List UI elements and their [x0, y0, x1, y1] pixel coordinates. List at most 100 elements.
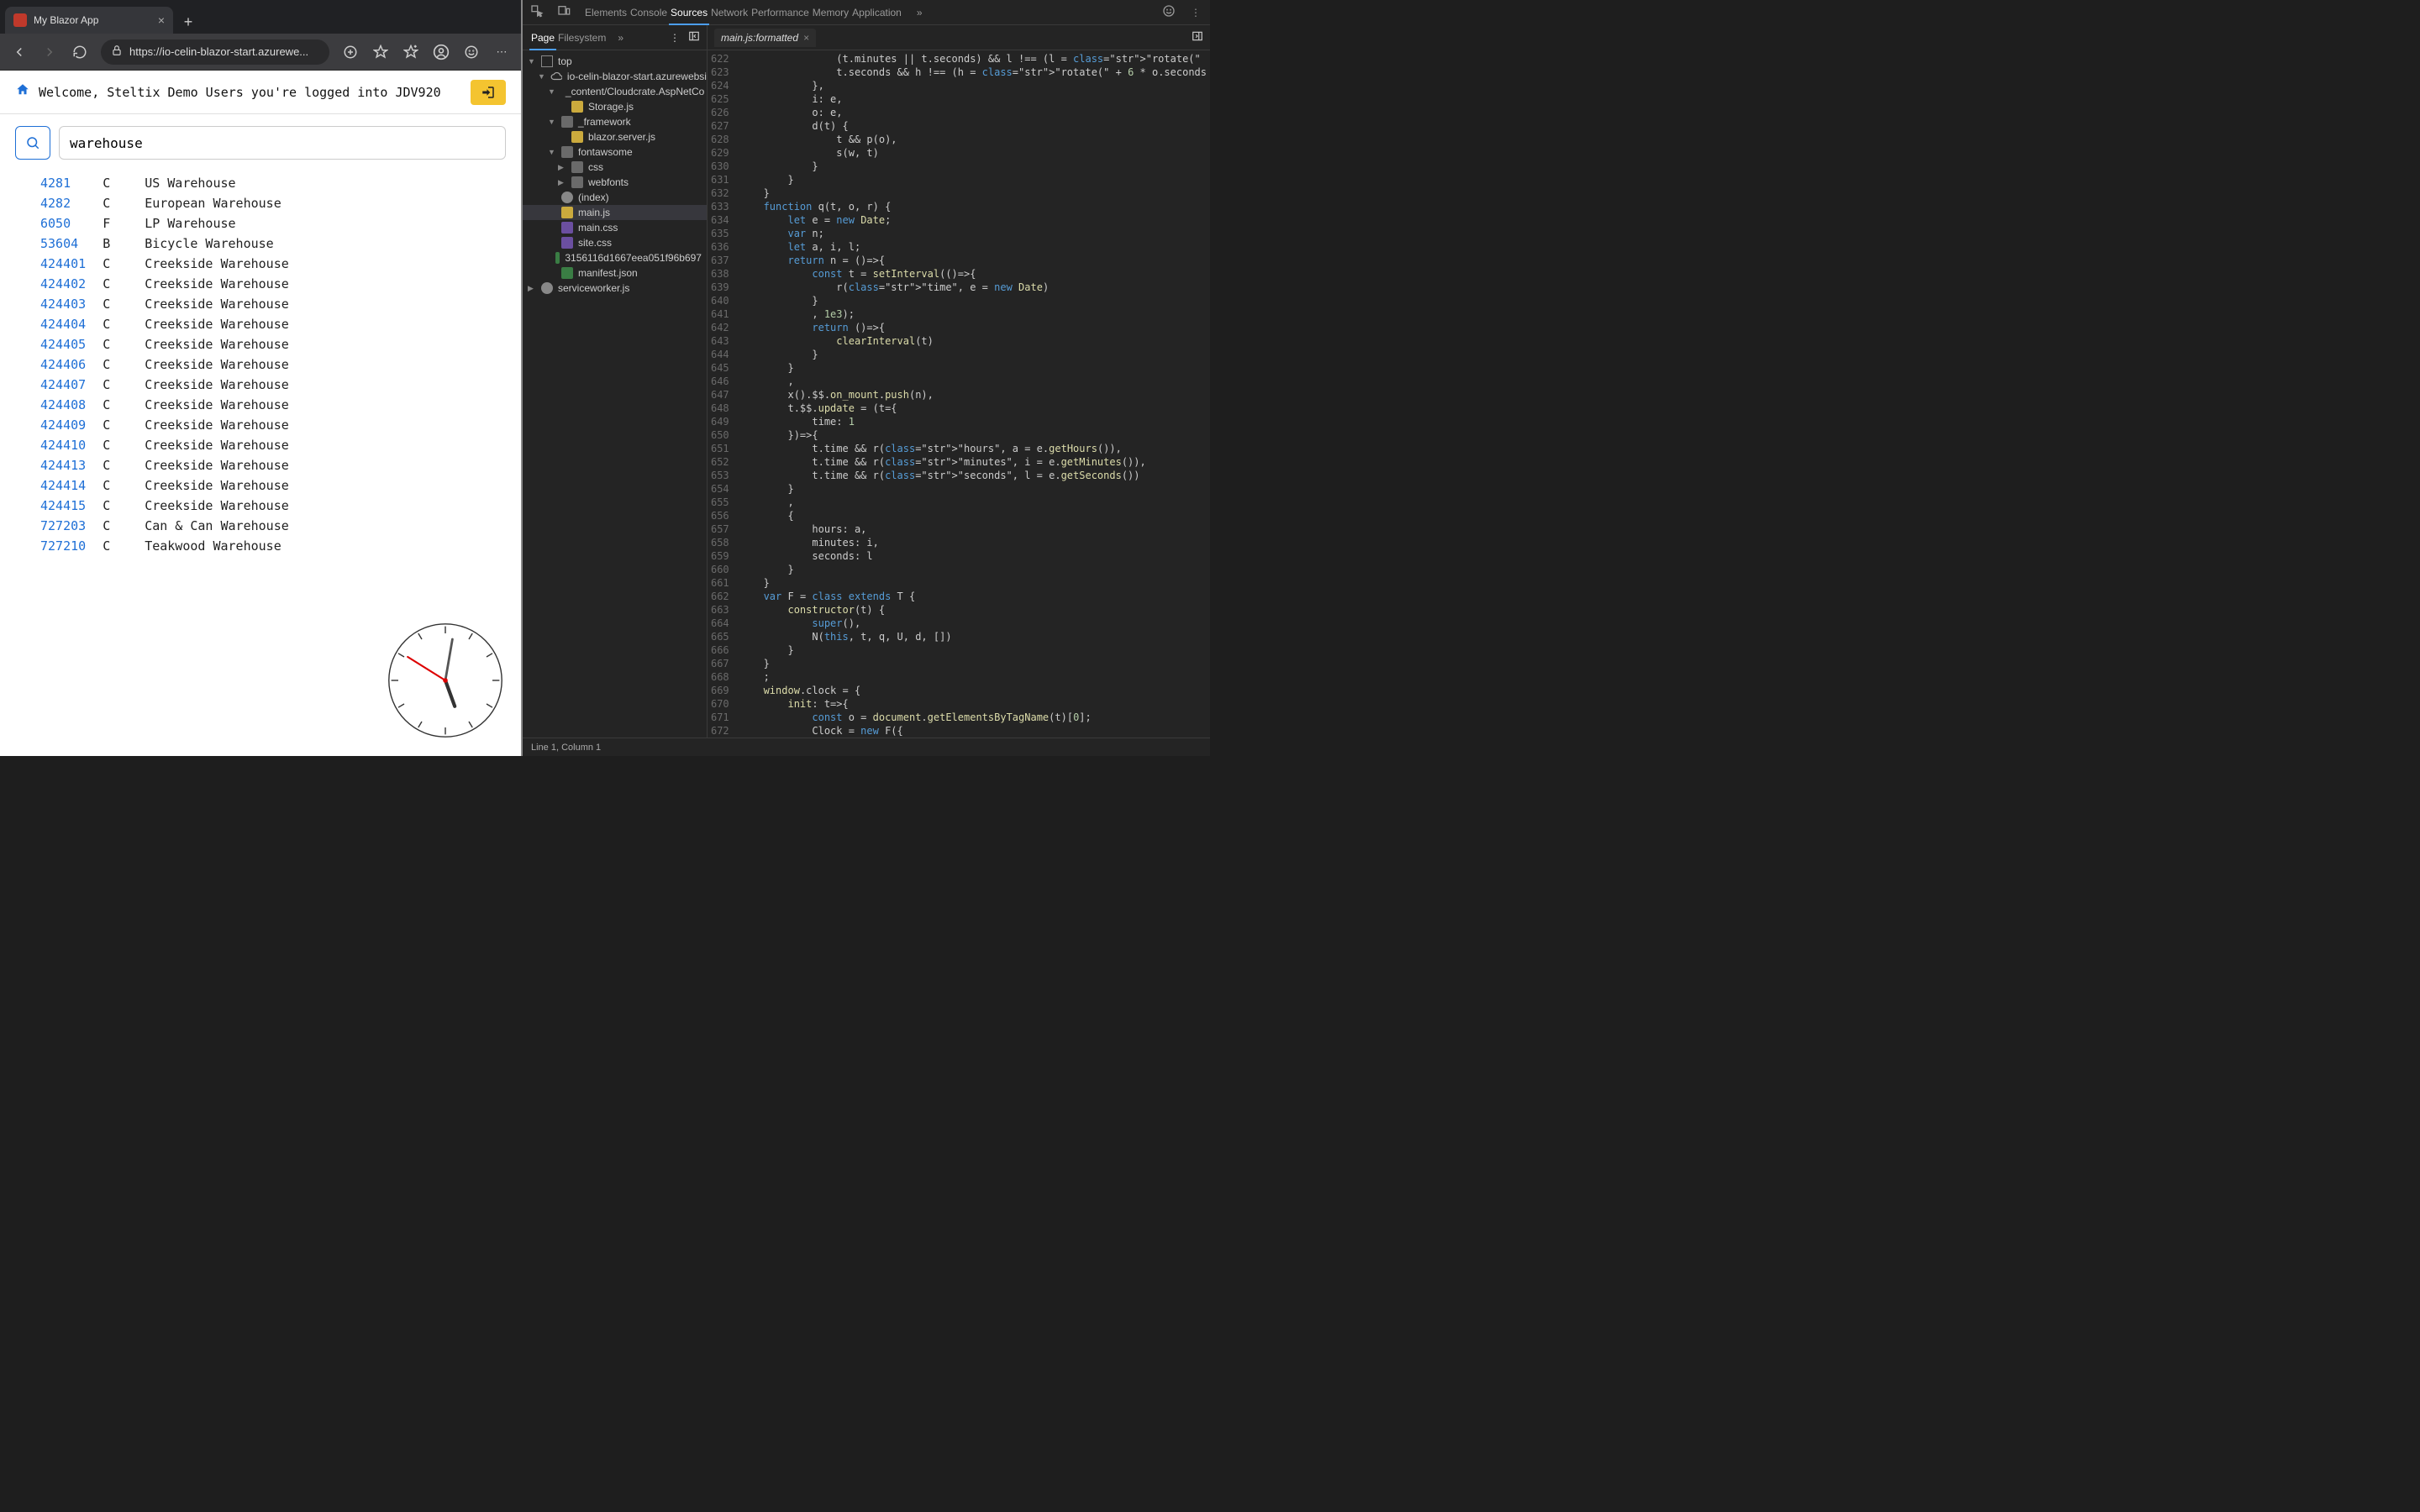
url-text: https://io-celin-blazor-start.azurewe...	[129, 45, 319, 58]
warehouse-type: C	[103, 395, 145, 415]
collapse-left-icon[interactable]	[688, 30, 700, 45]
warehouse-id-link[interactable]: 6050	[40, 216, 71, 231]
warehouse-id-link[interactable]: 424415	[40, 498, 86, 513]
tree-node[interactable]: ▼top	[523, 54, 707, 69]
subbar-menu-icon[interactable]: ⋮	[670, 32, 680, 44]
warehouse-id-link[interactable]: 424410	[40, 438, 86, 453]
warehouse-id-link[interactable]: 424402	[40, 276, 86, 291]
favorite-button[interactable]	[371, 43, 390, 61]
disclosure-icon: ▼	[548, 118, 556, 126]
lock-icon	[111, 45, 123, 59]
js-icon	[571, 131, 583, 143]
folder-icon	[571, 176, 583, 188]
table-row: 424402CCreekside Warehouse	[40, 274, 306, 294]
warehouse-name: Creekside Warehouse	[145, 475, 306, 496]
add-page-button[interactable]	[341, 43, 360, 61]
home-icon[interactable]	[15, 82, 30, 102]
back-button[interactable]	[10, 43, 29, 61]
warehouse-id-link[interactable]: 424404	[40, 317, 86, 332]
table-row: 4282CEuropean Warehouse	[40, 193, 306, 213]
devtools-panel-elements[interactable]: Elements	[583, 2, 629, 24]
devtools-subtab-filesystem[interactable]: Filesystem	[556, 27, 608, 49]
warehouse-id-link[interactable]: 424408	[40, 397, 86, 412]
css-icon	[561, 237, 573, 249]
tree-node[interactable]: ▼_content/Cloudcrate.AspNetCo	[523, 84, 707, 99]
more-panels-button[interactable]: »	[915, 2, 924, 24]
warehouse-name: Creekside Warehouse	[145, 455, 306, 475]
warehouse-table: 4281CUS Warehouse4282CEuropean Warehouse…	[40, 173, 306, 556]
close-icon[interactable]: ×	[803, 32, 809, 44]
search-input[interactable]	[59, 126, 506, 160]
smiley-button[interactable]	[462, 43, 481, 61]
tree-node[interactable]: Storage.js	[523, 99, 707, 114]
tree-node[interactable]: site.css	[523, 235, 707, 250]
warehouse-id-link[interactable]: 727203	[40, 518, 86, 533]
more-button[interactable]: ⋯	[492, 43, 511, 61]
warehouse-id-link[interactable]: 424405	[40, 337, 86, 352]
page-content: Welcome, Steltix Demo Users you're logge…	[0, 71, 521, 756]
code-editor[interactable]: 622 623 624 625 626 627 628 629 630 631 …	[708, 50, 1210, 738]
tree-node[interactable]: ▶serviceworker.js	[523, 281, 707, 296]
tree-node[interactable]: (index)	[523, 190, 707, 205]
devtools-subbar: PageFilesystem » ⋮ main.js:formatted ×	[523, 25, 1210, 50]
table-row: 4281CUS Warehouse	[40, 173, 306, 193]
search-button[interactable]	[15, 126, 50, 160]
editor-file-tab[interactable]: main.js:formatted ×	[714, 29, 816, 47]
tree-node[interactable]: ▶webfonts	[523, 175, 707, 190]
warehouse-type: C	[103, 516, 145, 536]
devtools-panel-application[interactable]: Application	[850, 2, 903, 24]
profile-button[interactable]	[432, 43, 450, 61]
warehouse-id-link[interactable]: 4281	[40, 176, 71, 191]
logout-button[interactable]	[471, 80, 506, 105]
devtools-menu-icon[interactable]: ⋮	[1188, 7, 1203, 18]
device-icon[interactable]	[556, 4, 571, 20]
warehouse-id-link[interactable]: 424413	[40, 458, 86, 473]
devtools-subtab-page[interactable]: Page	[529, 27, 556, 50]
tree-node[interactable]: blazor.server.js	[523, 129, 707, 144]
warehouse-id-link[interactable]: 4282	[40, 196, 71, 211]
browser-tab[interactable]: My Blazor App ×	[5, 7, 173, 34]
refresh-button[interactable]	[71, 43, 89, 61]
warehouse-id-link[interactable]: 727210	[40, 538, 86, 554]
warehouse-name: Creekside Warehouse	[145, 314, 306, 334]
new-tab-button[interactable]: +	[176, 10, 200, 34]
tree-node[interactable]: 3156116d1667eea051f96b697	[523, 250, 707, 265]
warehouse-type: C	[103, 193, 145, 213]
collections-button[interactable]	[402, 43, 420, 61]
warehouse-name: Creekside Warehouse	[145, 294, 306, 314]
tree-node[interactable]: ▼io-celin-blazor-start.azurewebsite	[523, 69, 707, 84]
warehouse-id-link[interactable]: 424414	[40, 478, 86, 493]
devtools-panel-sources[interactable]: Sources	[669, 2, 709, 25]
warehouse-type: B	[103, 234, 145, 254]
tree-node[interactable]: ▼_framework	[523, 114, 707, 129]
devtools-panel-memory[interactable]: Memory	[811, 2, 850, 24]
warehouse-id-link[interactable]: 424406	[40, 357, 86, 372]
tree-node[interactable]: manifest.json	[523, 265, 707, 281]
warehouse-id-link[interactable]: 424407	[40, 377, 86, 392]
warehouse-id-link[interactable]: 424401	[40, 256, 86, 271]
tree-node[interactable]: main.js	[523, 205, 707, 220]
devtools-panel-network[interactable]: Network	[709, 2, 750, 24]
warehouse-id-link[interactable]: 53604	[40, 236, 78, 251]
favicon-icon	[13, 13, 27, 27]
app-header: Welcome, Steltix Demo Users you're logge…	[0, 71, 521, 114]
collapse-right-icon[interactable]	[1192, 30, 1203, 45]
tree-label: _content/Cloudcrate.AspNetCo	[566, 86, 704, 97]
warehouse-id-link[interactable]: 424403	[40, 297, 86, 312]
warehouse-name: Creekside Warehouse	[145, 334, 306, 354]
warehouse-id-link[interactable]: 424409	[40, 417, 86, 433]
tree-node[interactable]: ▼fontawsome	[523, 144, 707, 160]
address-bar[interactable]: https://io-celin-blazor-start.azurewe...	[101, 39, 329, 65]
devtools-statusbar: Line 1, Column 1	[523, 738, 1210, 756]
more-subpanels-button[interactable]: »	[616, 27, 625, 49]
forward-button[interactable]	[40, 43, 59, 61]
search-row	[0, 114, 521, 168]
devtools-panel-console[interactable]: Console	[629, 2, 669, 24]
tree-node[interactable]: ▶css	[523, 160, 707, 175]
tree-node[interactable]: main.css	[523, 220, 707, 235]
inspect-icon[interactable]	[529, 4, 544, 20]
feedback-icon[interactable]	[1161, 4, 1176, 20]
close-icon[interactable]: ×	[158, 13, 165, 27]
warehouse-type: C	[103, 375, 145, 395]
devtools-panel-performance[interactable]: Performance	[750, 2, 811, 24]
